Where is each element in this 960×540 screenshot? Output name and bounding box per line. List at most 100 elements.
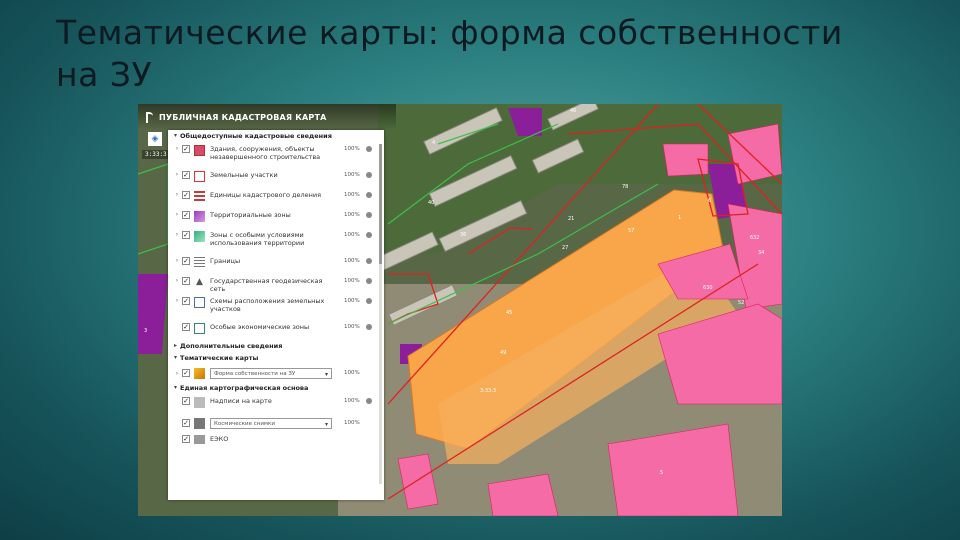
section-additional[interactable]: ▸ Дополнительные сведения [168,340,384,352]
layer-checkbox[interactable]: ✓ [182,211,190,219]
layer-checkbox[interactable]: ✓ [182,277,190,285]
expand-icon[interactable]: › [172,370,182,377]
layer-row-parcels[interactable]: › ✓ Земельные участки 100% [168,168,384,188]
parcel-label: 52 [738,300,744,306]
layer-opacity[interactable]: 100% [344,278,360,284]
layer-opacity[interactable]: 100% [344,146,360,152]
section-general[interactable]: ▾ Общедоступные кадастровые сведения [168,130,384,142]
expand-icon[interactable]: › [172,277,182,284]
parcel-label: 49 [500,350,506,356]
parcel-label: 5 [660,470,663,476]
thematic-select[interactable]: Форма собственности на ЗУ ▾ [210,367,332,379]
layer-row-economic-zones[interactable]: ✓ Особые экономические зоны 100% [168,320,384,340]
layer-row-special-zones[interactable]: › ✓ Зоны с особыми условиями использован… [168,228,384,254]
chevron-right-icon: ▸ [174,342,178,349]
imagery-opacity[interactable]: 100% [344,420,360,426]
parcel-label: 46 [570,108,576,114]
layer-label: Особые экономические зоны [210,323,310,331]
parcel-label: 45 [506,310,512,316]
expand-icon[interactable]: › [172,231,182,238]
visibility-toggle[interactable] [366,172,372,178]
layer-label: ЕЭКО [210,435,229,443]
visibility-toggle[interactable] [366,278,372,284]
section-general-label: Общедоступные кадастровые сведения [180,132,332,140]
layer-row-imagery: ✓ Космические снимки ▾ 100% [168,414,384,432]
thematic-opacity[interactable]: 100% [344,370,360,376]
coordinate-badge: 3:33:3 [142,150,170,159]
chevron-down-icon: ▾ [174,354,178,361]
layer-label: Земельные участки [210,171,278,179]
visibility-toggle[interactable] [366,258,372,264]
caret-down-icon: ▾ [324,420,328,428]
slide-title-line-2: на ЗУ [56,55,153,94]
layer-checkbox[interactable]: ✓ [182,145,190,153]
parcel-icon [194,171,205,182]
thematic-icon [194,367,205,379]
slide-title: Тематические карты: форма собственности … [56,12,916,96]
parcel-label: 21 [568,216,574,222]
layer-checkbox[interactable]: ✓ [182,231,190,239]
layer-checkbox[interactable]: ✓ [182,369,190,377]
layer-row-territory[interactable]: › ✓ Территориальные зоны 100% [168,208,384,228]
layer-checkbox[interactable]: ✓ [182,435,190,443]
app-title: ПУБЛИЧНАЯ КАДАСТРОВАЯ КАРТА [159,112,327,122]
layer-row-eeko[interactable]: ✓ ЕЭКО [168,432,384,444]
expand-icon[interactable]: › [172,171,182,178]
expand-icon[interactable]: › [172,191,182,198]
layer-row-buildings[interactable]: › ✓ Здания, сооружения, объекты незаверш… [168,142,384,168]
expand-icon[interactable]: › [172,145,182,152]
layer-opacity[interactable]: 100% [344,232,360,238]
division-icon [194,191,205,202]
layer-checkbox[interactable]: ✓ [182,323,190,331]
layer-row-division[interactable]: › ✓ Единицы кадастрового деления 100% [168,188,384,208]
layer-checkbox[interactable]: ✓ [182,171,190,179]
chevron-down-icon: ▾ [174,132,178,139]
visibility-toggle[interactable] [366,146,372,152]
layer-label: Территориальные зоны [210,211,291,219]
expand-icon[interactable]: › [172,257,182,264]
layer-row-schemes[interactable]: › ✓ Схемы расположения земельных участко… [168,294,384,320]
layer-checkbox[interactable]: ✓ [182,419,190,427]
layer-opacity[interactable]: 100% [344,212,360,218]
parcel-label: 632 [750,235,760,241]
layer-opacity[interactable]: 100% [344,192,360,198]
visibility-toggle[interactable] [366,398,372,404]
slide-title-line-1: Тематические карты: форма собственности [56,13,843,52]
section-base[interactable]: ▾ Единая картографическая основа [168,382,384,394]
layer-checkbox[interactable]: ✓ [182,257,190,265]
special-zone-icon [194,231,205,242]
layer-label: Здания, сооружения, объекты незавершенно… [210,145,321,161]
layer-row-labels[interactable]: ✓ Надписи на карте 100% [168,394,384,414]
layer-opacity[interactable]: 100% [344,398,360,404]
visibility-toggle[interactable] [366,232,372,238]
imagery-select[interactable]: Космические снимки ▾ [210,417,332,429]
parcel-label: 57 [628,228,634,234]
layer-row-geodesy[interactable]: › ✓ ▲ Государственная геодезическая сеть… [168,274,384,294]
chevron-down-icon: ▾ [174,384,178,391]
layer-checkbox[interactable]: ✓ [182,297,190,305]
layers-panel: ◈ ▾ Общедоступные кадастровые сведения ›… [148,130,384,500]
layer-opacity[interactable]: 100% [344,258,360,264]
map-screenshot: 4 78 21 57 1 6 34 630 632 52 49 5 46 45 … [138,104,782,516]
expand-icon[interactable]: › [172,211,182,218]
layer-checkbox[interactable]: ✓ [182,397,190,405]
expand-icon[interactable]: › [172,297,182,304]
parcel-label: 34 [758,250,764,256]
visibility-toggle[interactable] [366,298,372,304]
economic-zone-icon [194,323,205,334]
visibility-toggle[interactable] [366,212,372,218]
labels-icon [194,397,205,408]
parcel-label: 6 [708,198,711,204]
geodesy-icon: ▲ [196,277,203,287]
layer-row-boundaries[interactable]: › ✓ Границы 100% [168,254,384,274]
layer-opacity[interactable]: 100% [344,324,360,330]
scheme-icon [194,297,205,308]
layers-icon[interactable]: ◈ [148,132,162,146]
visibility-toggle[interactable] [366,192,372,198]
visibility-toggle[interactable] [366,324,372,330]
layer-opacity[interactable]: 100% [344,298,360,304]
layer-opacity[interactable]: 100% [344,172,360,178]
layer-checkbox[interactable]: ✓ [182,191,190,199]
section-thematic[interactable]: ▾ Тематические карты [168,352,384,364]
layer-label: Единицы кадастрового деления [210,191,322,199]
